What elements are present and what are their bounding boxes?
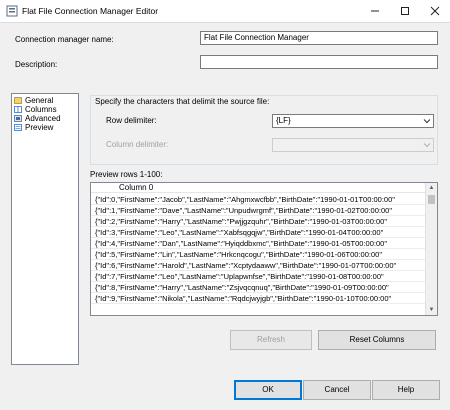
table-row: {"Id":8,"FirstName":"Harry","LastName":"… xyxy=(91,282,427,293)
vertical-scrollbar[interactable]: ▲ ▼ xyxy=(425,183,437,315)
close-button[interactable] xyxy=(420,0,450,22)
grid-column-header: Column 0 xyxy=(91,183,427,193)
table-row: {"Id":4,"FirstName":"Dan","LastName":"Hy… xyxy=(91,238,427,249)
ssis-app-icon xyxy=(6,5,18,17)
scroll-up-icon[interactable]: ▲ xyxy=(426,183,437,193)
window-title: Flat File Connection Manager Editor xyxy=(22,6,159,16)
chevron-down-icon xyxy=(423,143,431,148)
table-row: {"Id":5,"FirstName":"Lin","LastName":"Hr… xyxy=(91,249,427,260)
preview-grid[interactable]: Column 0 {"Id":0,"FirstName":"Jacob","La… xyxy=(90,182,438,316)
chevron-down-icon xyxy=(423,119,431,124)
title-bar: Flat File Connection Manager Editor xyxy=(0,0,450,23)
preview-icon xyxy=(14,124,22,131)
nav-item-advanced[interactable]: Advanced xyxy=(12,114,78,123)
cancel-button[interactable]: Cancel xyxy=(303,380,371,400)
row-delimiter-select[interactable]: {LF} xyxy=(272,114,434,128)
nav-item-label: General xyxy=(25,96,54,105)
table-row: {"Id":0,"FirstName":"Jacob","LastName":"… xyxy=(91,194,427,205)
connection-name-label: Connection manager name: xyxy=(15,35,114,44)
table-row: {"Id":7,"FirstName":"Leo","LastName":"Up… xyxy=(91,271,427,282)
description-input[interactable] xyxy=(200,55,438,69)
preview-rows-label: Preview rows 1-100: xyxy=(90,170,163,179)
reset-columns-button[interactable]: Reset Columns xyxy=(318,330,436,350)
row-delimiter-value: {LF} xyxy=(276,116,291,125)
general-icon xyxy=(14,97,22,104)
columns-icon xyxy=(14,106,22,113)
grid-rows: {"Id":0,"FirstName":"Jacob","LastName":"… xyxy=(91,194,427,304)
maximize-button[interactable] xyxy=(390,0,420,22)
table-row: {"Id":6,"FirstName":"Harold","LastName":… xyxy=(91,260,427,271)
minimize-button[interactable] xyxy=(360,0,390,22)
nav-item-label: Preview xyxy=(25,123,54,132)
minimize-icon xyxy=(371,10,379,12)
column-delimiter-select[interactable] xyxy=(272,138,434,152)
scroll-thumb[interactable] xyxy=(428,195,435,204)
nav-item-preview[interactable]: Preview xyxy=(12,123,78,132)
delimiter-heading: Specify the characters that delimit the … xyxy=(95,97,270,106)
maximize-icon xyxy=(401,7,409,15)
description-label: Description: xyxy=(15,60,58,69)
nav-item-general[interactable]: General xyxy=(12,96,78,105)
help-button[interactable]: Help xyxy=(372,380,440,400)
advanced-icon xyxy=(14,115,22,122)
nav-item-label: Advanced xyxy=(25,114,61,123)
page-navigation-list: General Columns Advanced Preview xyxy=(11,93,79,365)
table-row: {"Id":3,"FirstName":"Leo","LastName":"Xa… xyxy=(91,227,427,238)
scroll-down-icon[interactable]: ▼ xyxy=(426,305,437,315)
close-icon xyxy=(430,6,440,16)
nav-item-columns[interactable]: Columns xyxy=(12,105,78,114)
row-delimiter-label: Row delimiter: xyxy=(106,116,157,125)
connection-name-input[interactable]: Flat File Connection Manager xyxy=(200,31,438,45)
table-row: {"Id":2,"FirstName":"Harry","LastName":"… xyxy=(91,216,427,227)
column-delimiter-label: Column delimiter: xyxy=(106,140,169,149)
table-row: {"Id":9,"FirstName":"Nikola","LastName":… xyxy=(91,293,427,304)
refresh-button[interactable]: Refresh xyxy=(230,330,312,350)
ok-button[interactable]: OK xyxy=(234,380,302,400)
nav-item-label: Columns xyxy=(25,105,57,114)
table-row: {"Id":1,"FirstName":"Dave","LastName":"U… xyxy=(91,205,427,216)
